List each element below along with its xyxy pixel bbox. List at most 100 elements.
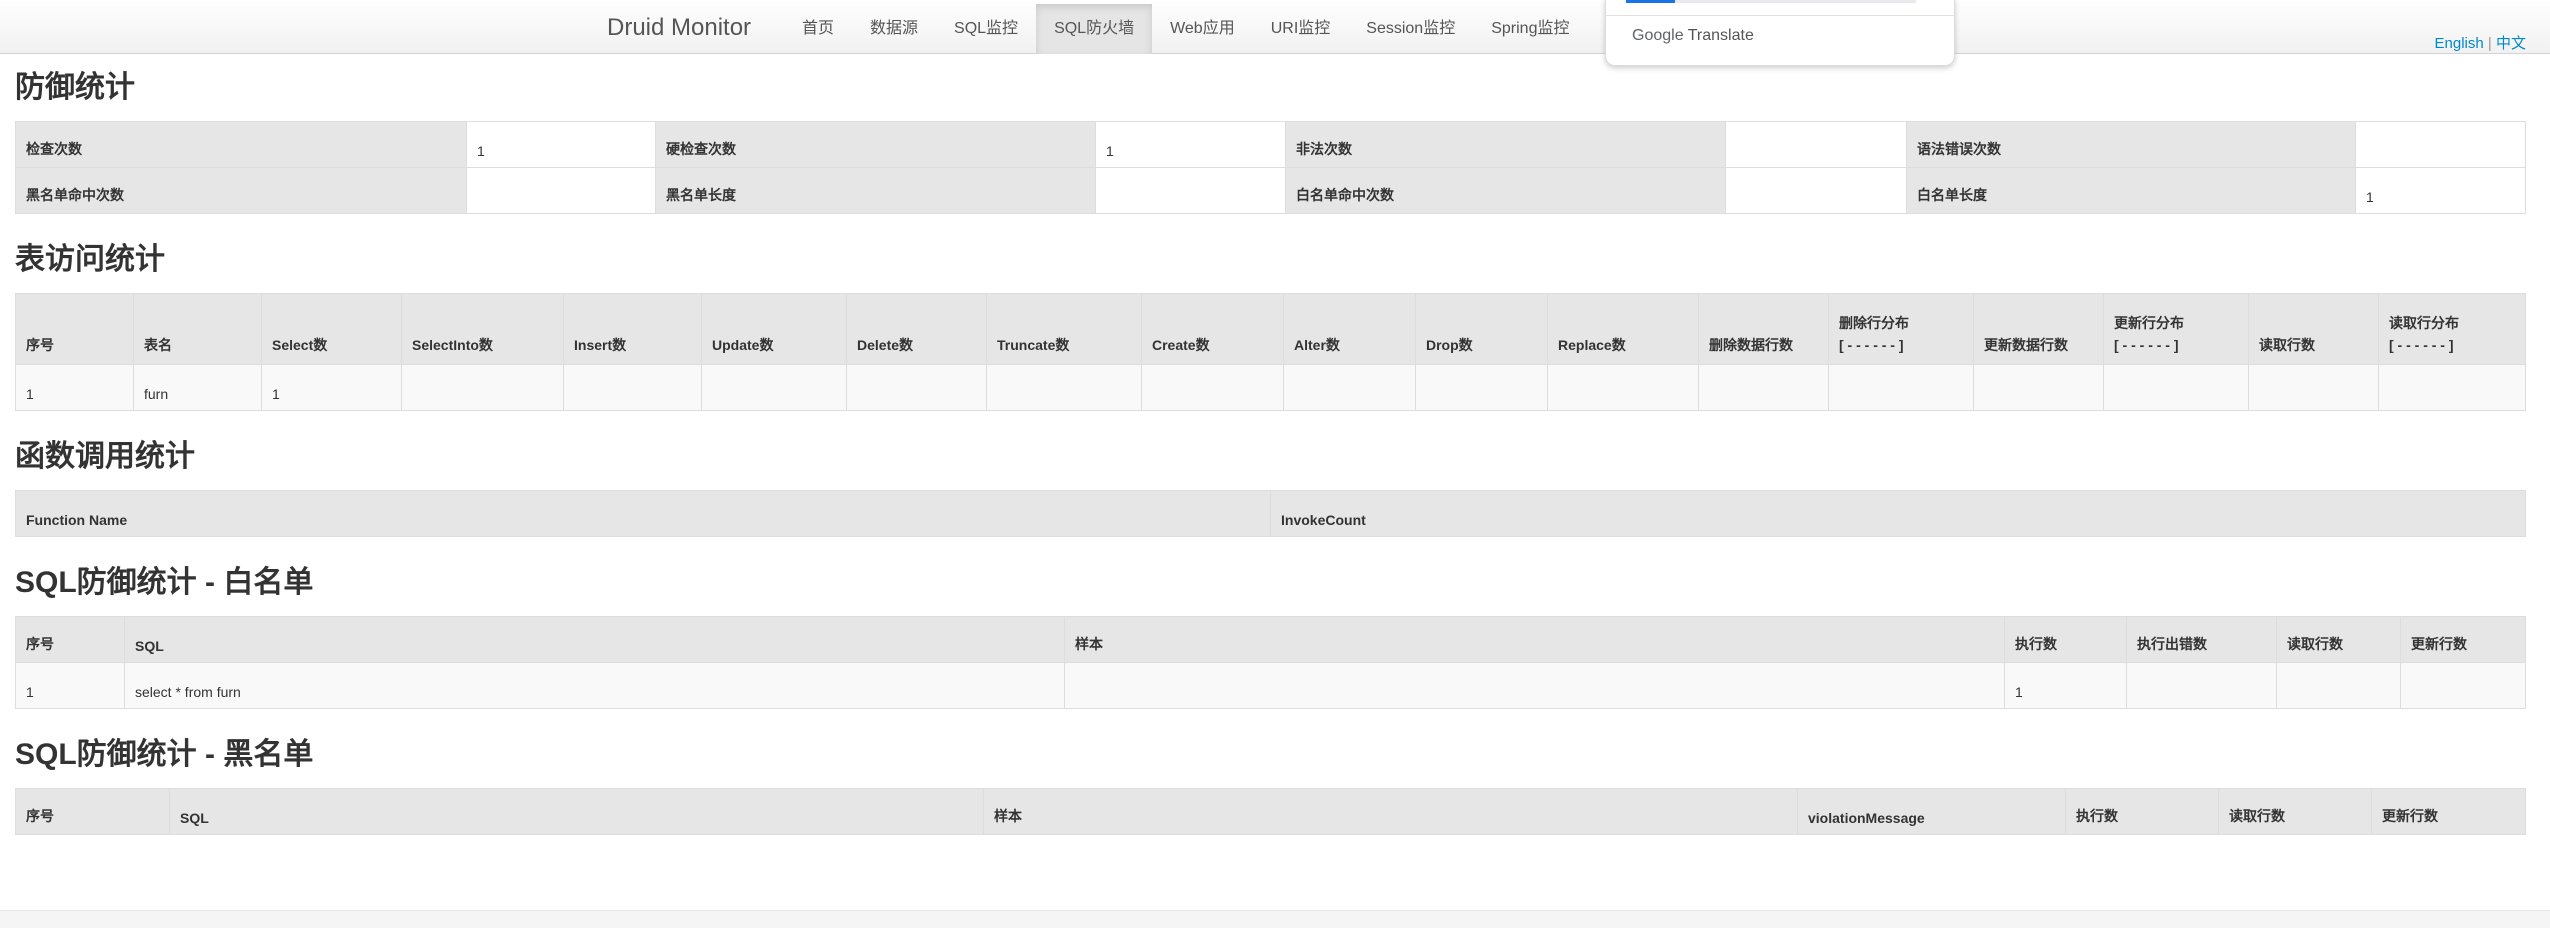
brand-title[interactable]: Druid Monitor	[607, 14, 751, 42]
column-header-title: SelectInto数	[412, 337, 493, 353]
column-header[interactable]: 更新行数	[2371, 788, 2526, 835]
column-header[interactable]: 更新数据行数	[1973, 293, 2104, 365]
table-cell	[563, 364, 702, 411]
stat-label: 黑名单命中次数	[15, 167, 467, 214]
column-header[interactable]: 删除数据行数	[1698, 293, 1829, 365]
stat-value	[1725, 121, 1907, 168]
column-header-title: 表名	[144, 337, 172, 353]
column-header[interactable]: 读取行数	[2248, 293, 2379, 365]
google-translate-popup[interactable]: Google Translate	[1605, 0, 1955, 66]
column-header[interactable]: Replace数	[1547, 293, 1699, 365]
table-cell	[701, 364, 847, 411]
column-header[interactable]: 执行数	[2004, 616, 2127, 663]
nav-item-4[interactable]: Web应用	[1152, 4, 1253, 54]
column-header-distribution: [ - - - - - - ]	[2389, 337, 2454, 353]
column-header[interactable]: Select数	[261, 293, 402, 365]
page-footer-bar	[0, 910, 2550, 928]
main-content: 防御统计 检查次数 1 硬检查次数 1 非法次数 语法错误次数 黑名单命中次数 黑名单长度 白名…	[15, 66, 2526, 835]
stat-value: 1	[1095, 121, 1286, 168]
column-header[interactable]: 序号	[15, 616, 125, 663]
nav-item-3[interactable]: SQL防火墙	[1036, 4, 1153, 54]
column-header[interactable]: Insert数	[563, 293, 702, 365]
table-cell	[2248, 364, 2379, 411]
table-cell: 1	[15, 662, 125, 709]
nav-item-2[interactable]: SQL监控	[936, 4, 1036, 54]
table-cell	[2276, 662, 2401, 709]
stat-label: 白名单长度	[1906, 167, 2356, 214]
column-header-title: 删除数据行数	[1709, 337, 1793, 353]
column-header-title: 更新行分布	[2114, 315, 2184, 331]
column-header-title: Drop数	[1426, 337, 1473, 353]
stat-value: 1	[2355, 167, 2526, 214]
table-access-table: 序号 表名 Select数 SelectInto数 Insert数 Update数 Dele…	[15, 293, 2526, 411]
column-header[interactable]: Create数	[1141, 293, 1284, 365]
table-cell	[2378, 364, 2526, 411]
lang-chinese-link[interactable]: 中文	[2496, 35, 2526, 52]
table-cell	[986, 364, 1142, 411]
nav-item-1[interactable]: 数据源	[852, 4, 936, 54]
table-cell	[1415, 364, 1548, 411]
nav-item-6[interactable]: Session监控	[1348, 4, 1473, 54]
lang-english-link[interactable]: English	[2435, 35, 2484, 52]
column-header-title: Update数	[712, 337, 774, 353]
column-header[interactable]: Update数	[701, 293, 847, 365]
column-header-title: Select数	[272, 337, 328, 353]
defense-stats-table: 检查次数 1 硬检查次数 1 非法次数 语法错误次数 黑名单命中次数 黑名单长度 白名单命中次数…	[15, 121, 2526, 214]
stat-label: 黑名单长度	[655, 167, 1096, 214]
column-header[interactable]: 表名	[133, 293, 262, 365]
column-header[interactable]: Drop数	[1415, 293, 1548, 365]
column-header[interactable]: 读取行分布 [ - - - - - - ]	[2378, 293, 2526, 365]
column-header[interactable]: 读取行数	[2218, 788, 2372, 835]
nav-item-0[interactable]: 首页	[784, 4, 852, 54]
google-translate-logo[interactable]: Google Translate	[1632, 27, 1754, 45]
stat-value	[1725, 167, 1907, 214]
blacklist-table: 序号 SQL 样本 violationMessage 执行数 读取行数 更新行数	[15, 788, 2526, 835]
column-header[interactable]: 序号	[15, 788, 170, 835]
column-header[interactable]: 删除行分布 [ - - - - - - ]	[1828, 293, 1974, 365]
column-header[interactable]: Function Name	[15, 490, 1271, 537]
column-header[interactable]: 序号	[15, 293, 134, 365]
column-header-title: Create数	[1152, 337, 1210, 353]
column-header[interactable]: 更新行分布 [ - - - - - - ]	[2103, 293, 2249, 365]
function-stats-table: Function Name InvokeCount	[15, 490, 2526, 537]
stat-value	[466, 167, 656, 214]
column-header[interactable]: 执行数	[2065, 788, 2219, 835]
stat-label: 硬检查次数	[655, 121, 1096, 168]
column-header[interactable]: Alter数	[1283, 293, 1416, 365]
column-header[interactable]: Truncate数	[986, 293, 1142, 365]
column-header[interactable]: InvokeCount	[1270, 490, 2526, 537]
nav-item-7[interactable]: Spring监控	[1473, 4, 1587, 54]
table-cell: 1	[261, 364, 402, 411]
section-title-whitelist: SQL防御统计 - 白名单	[15, 566, 314, 599]
column-header-title: Delete数	[857, 337, 914, 353]
whitelist-table: 序号 SQL 样本 执行数 执行出错数 读取行数 更新行数 1 select * from f…	[15, 616, 2526, 709]
column-header[interactable]: 读取行数	[2276, 616, 2401, 663]
table-cell	[1141, 364, 1284, 411]
column-header[interactable]: Delete数	[846, 293, 987, 365]
column-header[interactable]: 样本	[1064, 616, 2005, 663]
table-cell	[1547, 364, 1699, 411]
column-header[interactable]: violationMessage	[1797, 788, 2066, 835]
column-header-title: Replace数	[1558, 337, 1626, 353]
column-header[interactable]: 样本	[983, 788, 1798, 835]
lang-separator: |	[2487, 35, 2492, 52]
column-header-title: 序号	[26, 337, 54, 353]
table-cell	[1064, 662, 2005, 709]
column-header[interactable]: SQL	[169, 788, 984, 835]
table-cell	[2103, 364, 2249, 411]
column-header-title: Truncate数	[997, 337, 1070, 353]
stat-label: 非法次数	[1285, 121, 1726, 168]
section-title-blacklist: SQL防御统计 - 黑名单	[15, 738, 314, 771]
google-wordmark: Google	[1632, 27, 1684, 44]
stat-label: 白名单命中次数	[1285, 167, 1726, 214]
column-header[interactable]: SelectInto数	[401, 293, 564, 365]
nav-item-5[interactable]: URI监控	[1253, 4, 1349, 54]
table-cell	[1698, 364, 1829, 411]
translate-progress-bar	[1626, 0, 1916, 3]
column-header[interactable]: SQL	[124, 616, 1065, 663]
column-header-distribution: [ - - - - - - ]	[1839, 337, 1904, 353]
table-cell: select * from furn	[124, 662, 1065, 709]
column-header[interactable]: 执行出错数	[2126, 616, 2277, 663]
stat-value	[1095, 167, 1286, 214]
column-header[interactable]: 更新行数	[2400, 616, 2526, 663]
